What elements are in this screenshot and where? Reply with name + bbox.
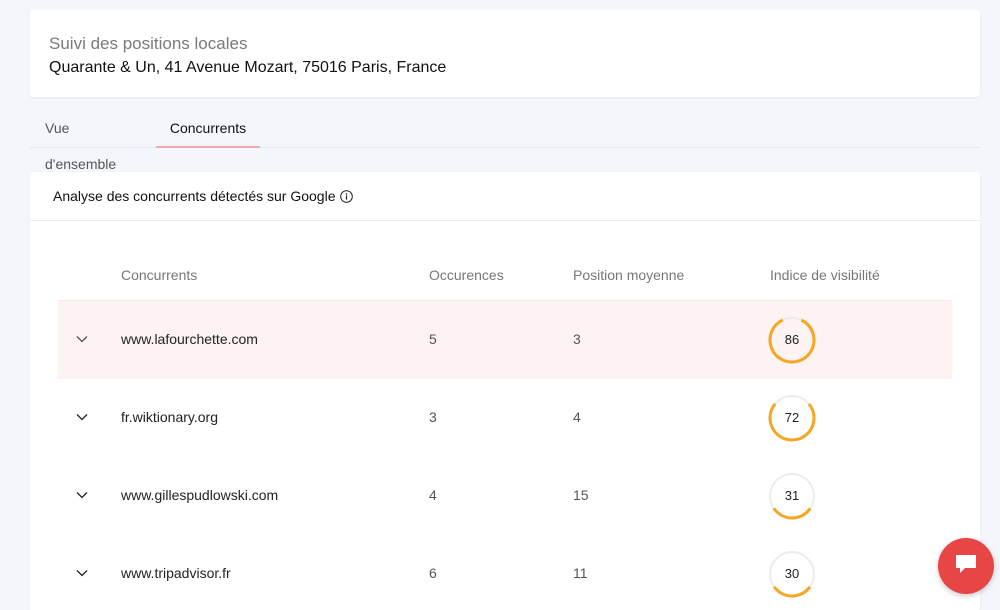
visibility-gauge: 86 [768, 316, 816, 364]
chevron-down-icon[interactable] [76, 566, 88, 578]
info-icon[interactable] [339, 189, 353, 203]
table-row[interactable]: www.lafourchette.com 5 3 86 [58, 301, 952, 379]
column-header-competitors: Concurrents [121, 267, 198, 283]
occurrences-value: 5 [429, 331, 437, 347]
visibility-value: 30 [784, 566, 800, 581]
average-position-value: 11 [573, 565, 588, 581]
table-header: Concurrents Occurences Position moyenne … [58, 250, 952, 301]
column-header-average-position: Position moyenne [573, 267, 685, 283]
table-row[interactable]: www.tripadvisor.fr 6 11 30 [58, 535, 952, 610]
table-row[interactable]: fr.wiktionary.org 3 4 72 [58, 379, 952, 457]
competitors-card: Analyse des concurrents détectés sur Goo… [30, 172, 980, 610]
tab-overview[interactable]: Vue d'ensemble [45, 110, 137, 172]
card-header: Analyse des concurrents détectés sur Goo… [30, 172, 980, 221]
average-position-value: 3 [573, 331, 581, 347]
average-position-value: 4 [573, 409, 581, 425]
page-title: Suivi des positions locales [49, 34, 248, 53]
competitor-name: fr.wiktionary.org [121, 409, 218, 425]
chevron-down-icon[interactable] [76, 488, 88, 500]
chat-button[interactable] [938, 538, 994, 594]
competitor-name: www.tripadvisor.fr [121, 565, 231, 581]
chat-bubble-icon [953, 552, 979, 581]
occurrences-value: 3 [429, 409, 437, 425]
competitors-table: Concurrents Occurences Position moyenne … [58, 250, 952, 610]
occurrences-value: 4 [429, 487, 437, 503]
tab-competitors[interactable]: Concurrents [156, 110, 260, 148]
competitor-name: www.lafourchette.com [121, 331, 258, 347]
visibility-gauge: 72 [768, 394, 816, 442]
visibility-value: 86 [784, 332, 800, 347]
card-title: Analyse des concurrents détectés sur Goo… [53, 188, 336, 204]
chevron-down-icon[interactable] [76, 410, 88, 422]
location-header-card: Suivi des positions locales Quarante & U… [30, 10, 980, 97]
visibility-gauge: 30 [768, 550, 816, 598]
visibility-value: 31 [784, 488, 800, 503]
column-header-visibility: Indice de visibilité [770, 267, 880, 283]
tab-bar: Vue d'ensemble Concurrents [30, 110, 980, 172]
visibility-gauge: 31 [768, 472, 816, 520]
business-address: Quarante & Un, 41 Avenue Mozart, 75016 P… [49, 59, 447, 76]
column-header-occurrences: Occurences [429, 267, 504, 283]
average-position-value: 15 [573, 487, 589, 503]
visibility-value: 72 [784, 410, 800, 425]
occurrences-value: 6 [429, 565, 437, 581]
table-row[interactable]: www.gillespudlowski.com 4 15 31 [58, 457, 952, 535]
competitor-name: www.gillespudlowski.com [121, 487, 279, 503]
chevron-down-icon[interactable] [76, 332, 88, 344]
